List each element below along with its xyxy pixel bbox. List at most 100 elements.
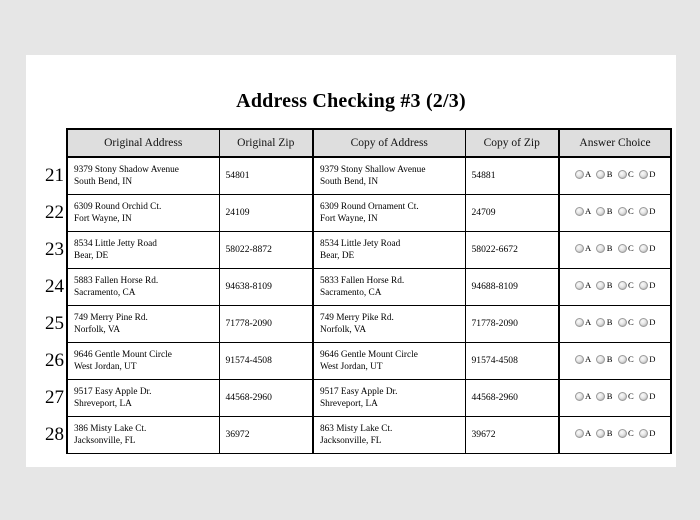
- address-line-2: Norfolk, VA: [320, 325, 367, 335]
- radio-button-icon[interactable]: [596, 169, 606, 179]
- answer-choice-c[interactable]: C: [617, 206, 634, 217]
- answer-choice-c[interactable]: C: [617, 354, 634, 365]
- answer-choice-label: B: [606, 168, 613, 179]
- answer-choice-label: C: [628, 316, 634, 327]
- answer-choice-b[interactable]: B: [596, 428, 613, 439]
- answer-choice-a[interactable]: A: [574, 169, 591, 180]
- address-line-1: 749 Merry Pike Rd.: [320, 312, 394, 323]
- address-line-2: Fort Wayne, IN: [320, 214, 378, 224]
- answer-choice-a[interactable]: A: [574, 391, 591, 402]
- address-line-2: Shreveport, LA: [74, 399, 132, 409]
- answer-choice-d[interactable]: D: [638, 317, 655, 328]
- radio-button-icon[interactable]: [638, 169, 648, 179]
- radio-button-icon[interactable]: [596, 391, 606, 401]
- radio-button-icon[interactable]: [617, 280, 627, 290]
- radio-button-icon[interactable]: [638, 391, 648, 401]
- radio-button-icon[interactable]: [574, 280, 584, 290]
- radio-button-icon[interactable]: [596, 280, 606, 290]
- zip-cell: 36972: [218, 416, 314, 454]
- answer-choice-group: A B C D: [574, 391, 655, 402]
- radio-button-icon[interactable]: [638, 317, 648, 327]
- answer-choice-label: C: [628, 242, 634, 253]
- address-cell: 9517 Easy Apple Dr. Shreveport, LA: [66, 379, 220, 417]
- radio-button-icon[interactable]: [596, 354, 606, 364]
- radio-button-icon[interactable]: [617, 391, 627, 401]
- table-row: 749 Merry Pine Rd. Norfolk, VA 71778-2090 7…: [66, 305, 672, 343]
- answer-choice-cell: A B C D: [558, 305, 672, 343]
- answer-choice-b[interactable]: B: [596, 391, 613, 402]
- address-line-1: 9379 Stony Shadow Avenue: [74, 164, 179, 175]
- answer-choice-d[interactable]: D: [638, 428, 655, 439]
- zip-cell: 39672: [464, 416, 560, 454]
- radio-button-icon[interactable]: [638, 206, 648, 216]
- address-line-1: 9379 Stony Shallow Avenue: [320, 164, 426, 175]
- radio-button-icon[interactable]: [638, 280, 648, 290]
- answer-choice-a[interactable]: A: [574, 206, 591, 217]
- radio-button-icon[interactable]: [574, 243, 584, 253]
- radio-button-icon[interactable]: [574, 391, 584, 401]
- radio-button-icon[interactable]: [596, 243, 606, 253]
- address-line-2: Norfolk, VA: [74, 325, 121, 335]
- answer-choice-group: A B C D: [574, 168, 655, 180]
- address-cell: 9517 Easy Apple Dr. Shreveport, LA: [312, 379, 466, 417]
- answer-choice-c[interactable]: C: [617, 391, 634, 402]
- address-line-2: Fort Wayne, IN: [74, 214, 132, 224]
- answer-choice-group: A B C D: [574, 354, 655, 365]
- radio-button-icon[interactable]: [574, 354, 584, 364]
- answer-choice-c[interactable]: C: [617, 169, 634, 180]
- address-cell: 6309 Round Ornament Ct. Fort Wayne, IN: [312, 194, 466, 232]
- answer-choice-c[interactable]: C: [617, 428, 634, 439]
- answer-choice-cell: A B C D: [558, 342, 672, 380]
- radio-button-icon[interactable]: [596, 206, 606, 216]
- radio-button-icon[interactable]: [617, 354, 627, 364]
- radio-button-icon[interactable]: [574, 317, 584, 327]
- radio-button-icon[interactable]: [574, 206, 584, 216]
- answer-choice-d[interactable]: D: [638, 391, 655, 402]
- address-line-2: West Jordan, UT: [74, 362, 137, 372]
- radio-button-icon[interactable]: [638, 428, 648, 438]
- answer-choice-a[interactable]: A: [574, 280, 591, 291]
- answer-choice-b[interactable]: B: [596, 168, 613, 180]
- address-cell: 5883 Fallen Horse Rd. Sacramento, CA: [66, 268, 220, 306]
- radio-button-icon[interactable]: [617, 317, 627, 327]
- answer-choice-b[interactable]: B: [596, 279, 613, 291]
- table-row: 6309 Round Orchid Ct. Fort Wayne, IN 24109…: [66, 194, 672, 232]
- radio-button-icon[interactable]: [638, 243, 648, 253]
- answer-choice-group: A B C D: [574, 428, 655, 439]
- table-header-row: Original Address Original Zip Copy of Ad…: [66, 128, 672, 158]
- zip-cell: 54881: [464, 156, 560, 195]
- answer-choice-b[interactable]: B: [596, 243, 613, 254]
- radio-button-icon[interactable]: [617, 169, 627, 179]
- radio-button-icon[interactable]: [574, 428, 584, 438]
- address-line-1: 386 Misty Lake Ct.: [74, 423, 147, 434]
- zip-cell: 71778-2090: [464, 305, 560, 343]
- radio-button-icon[interactable]: [596, 428, 606, 438]
- answer-choice-label: B: [606, 205, 613, 216]
- radio-button-icon[interactable]: [617, 243, 627, 253]
- radio-button-icon[interactable]: [574, 169, 584, 179]
- table-row: 386 Misty Lake Ct. Jacksonville, FL 36972 8…: [66, 416, 672, 454]
- answer-choice-label: B: [606, 279, 613, 290]
- answer-choice-b[interactable]: B: [596, 316, 613, 328]
- radio-button-icon[interactable]: [638, 354, 648, 364]
- radio-button-icon[interactable]: [617, 428, 627, 438]
- answer-choice-a[interactable]: A: [574, 354, 591, 365]
- answer-choice-a[interactable]: A: [574, 428, 591, 439]
- answer-choice-b[interactable]: B: [596, 205, 613, 217]
- answer-choice-c[interactable]: C: [617, 316, 634, 328]
- answer-choice-c[interactable]: C: [617, 242, 634, 254]
- answer-choice-d[interactable]: D: [638, 354, 655, 365]
- answer-choice-b[interactable]: B: [596, 354, 613, 365]
- answer-choice-d[interactable]: D: [638, 206, 655, 217]
- answer-choice-label: B: [606, 316, 613, 327]
- answer-choice-d[interactable]: D: [638, 280, 655, 291]
- answer-choice-d[interactable]: D: [638, 169, 655, 180]
- answer-choice-c[interactable]: C: [617, 280, 634, 291]
- answer-choice-a[interactable]: A: [574, 243, 591, 254]
- answer-choice-d[interactable]: D: [638, 243, 655, 254]
- address-cell: 8534 Little Jetty Road Bear, DE: [66, 231, 220, 269]
- radio-button-icon[interactable]: [596, 317, 606, 327]
- answer-choice-a[interactable]: A: [574, 317, 591, 328]
- radio-button-icon[interactable]: [617, 206, 627, 216]
- column-header-original-zip: Original Zip: [218, 128, 314, 158]
